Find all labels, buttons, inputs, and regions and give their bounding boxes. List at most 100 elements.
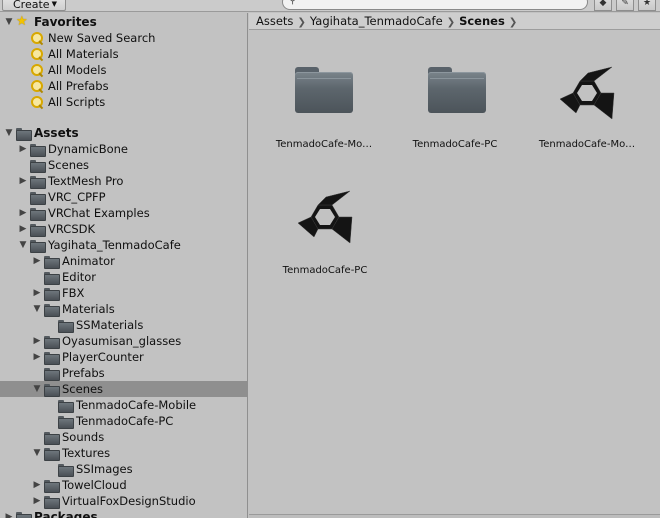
tree-item[interactable]: Sounds	[0, 429, 247, 445]
tree-item[interactable]: TenmadoCafe-Mobile	[0, 397, 247, 413]
collapsed-arrow-icon[interactable]: ▶	[32, 493, 42, 509]
favorites-header[interactable]: ▼ ★ Favorites	[0, 14, 247, 30]
tree-item[interactable]: ▼ Yagihata_TenmadoCafe	[0, 237, 247, 253]
asset-scene[interactable]: TenmadoCafe-Mo…	[532, 57, 642, 167]
asset-folder[interactable]: TenmadoCafe-PC	[400, 57, 510, 167]
filter-by-label-icon[interactable]: ✎	[616, 0, 634, 11]
folder-icon	[44, 384, 60, 397]
tree-item[interactable]: ▶ PlayerCounter	[0, 349, 247, 365]
asset-scene[interactable]: TenmadoCafe-PC	[270, 181, 380, 291]
breadcrumb: Assets ❯ Yagihata_TenmadoCafe ❯ Scenes ❯	[249, 13, 660, 30]
folder-icon	[44, 256, 60, 269]
collapsed-arrow-icon[interactable]: ▶	[32, 349, 42, 365]
folder-icon	[44, 288, 60, 301]
search-field[interactable]: ⚲	[282, 0, 588, 10]
breadcrumb-item[interactable]: Yagihata_TenmadoCafe	[310, 14, 443, 28]
tree-item-selected[interactable]: ▼ Scenes	[0, 381, 247, 397]
expand-arrow-icon[interactable]: ▼	[4, 125, 14, 141]
create-button[interactable]: Create ▼	[2, 0, 66, 11]
unity-scene-icon	[559, 66, 615, 120]
tree-item[interactable]: Prefabs	[0, 365, 247, 381]
tree-item[interactable]: ▶ Oyasumisan_glasses	[0, 333, 247, 349]
collapsed-arrow-icon[interactable]: ▶	[18, 141, 28, 157]
folder-icon	[30, 240, 46, 253]
dropdown-caret-icon: ▼	[51, 0, 57, 8]
saved-search-icon	[30, 47, 44, 61]
chevron-right-icon: ❯	[446, 17, 456, 28]
tree-item[interactable]: TenmadoCafe-PC	[0, 413, 247, 429]
expand-arrow-icon[interactable]: ▼	[32, 381, 42, 397]
assets-header[interactable]: ▼ Assets	[0, 125, 247, 141]
expand-arrow-icon[interactable]: ▼	[18, 237, 28, 253]
tree-item[interactable]: VRC_CPFP	[0, 189, 247, 205]
tree-item[interactable]: ▶ VRChat Examples	[0, 205, 247, 221]
collapsed-arrow-icon[interactable]: ▶	[32, 285, 42, 301]
saved-search-icon	[30, 63, 44, 77]
folder-icon	[30, 160, 46, 173]
unity-scene-icon	[297, 190, 353, 244]
folder-icon	[30, 176, 46, 189]
asset-grid: TenmadoCafe-Mo… TenmadoCafe-PC TenmadoCa…	[249, 31, 660, 518]
tree-item[interactable]: ▶ TowelCloud	[0, 477, 247, 493]
folder-icon	[30, 192, 46, 205]
expand-arrow-icon[interactable]: ▼	[32, 301, 42, 317]
packages-header[interactable]: ▶ Packages	[0, 509, 247, 518]
saved-search-icon	[30, 31, 44, 45]
tree-item[interactable]: ▶ FBX	[0, 285, 247, 301]
filter-by-type-icon[interactable]: ◆	[594, 0, 612, 11]
chevron-right-icon: ❯	[508, 17, 518, 28]
breadcrumb-item-current[interactable]: Scenes	[459, 14, 505, 28]
folder-icon	[44, 432, 60, 445]
expand-arrow-icon[interactable]: ▼	[4, 14, 14, 30]
tree-item[interactable]: SSMaterials	[0, 317, 247, 333]
folder-icon	[44, 304, 60, 317]
search-input[interactable]	[301, 0, 581, 9]
saved-search-icon	[30, 79, 44, 93]
tree-item[interactable]: ▶ DynamicBone	[0, 141, 247, 157]
folder-icon	[428, 67, 486, 113]
collapsed-arrow-icon[interactable]: ▶	[32, 477, 42, 493]
chevron-right-icon: ❯	[297, 17, 306, 28]
favorite-item[interactable]: All Models	[0, 62, 247, 78]
tree-item[interactable]: ▶ TextMesh Pro	[0, 173, 247, 189]
folder-icon	[44, 272, 60, 285]
expand-arrow-icon[interactable]: ▼	[32, 445, 42, 461]
favorites-star-icon: ★	[16, 14, 28, 29]
favorite-item[interactable]: New Saved Search	[0, 30, 247, 46]
collapsed-arrow-icon[interactable]: ▶	[18, 173, 28, 189]
folder-icon	[44, 352, 60, 365]
tree-item[interactable]: Scenes	[0, 157, 247, 173]
folder-icon	[44, 480, 60, 493]
tree-item[interactable]: ▶ Animator	[0, 253, 247, 269]
favorite-item[interactable]: All Scripts	[0, 94, 247, 110]
folder-icon	[30, 144, 46, 157]
tree-item[interactable]: ▼ Materials	[0, 301, 247, 317]
tree-item[interactable]: ▶ VirtualFoxDesignStudio	[0, 493, 247, 509]
project-folder-tree: ▼ ★ Favorites New Saved Search All Mater…	[0, 13, 248, 518]
star-icon[interactable]: ★	[638, 0, 656, 11]
folder-icon	[58, 464, 74, 477]
collapsed-arrow-icon[interactable]: ▶	[32, 333, 42, 349]
tree-item[interactable]: SSImages	[0, 461, 247, 477]
collapsed-arrow-icon[interactable]: ▶	[18, 205, 28, 221]
folder-icon	[58, 400, 74, 413]
tree-item[interactable]: ▼ Textures	[0, 445, 247, 461]
folder-icon	[16, 128, 32, 141]
breadcrumb-item[interactable]: Assets	[256, 14, 293, 28]
folder-icon	[295, 67, 353, 113]
saved-search-icon	[30, 95, 44, 109]
favorite-item[interactable]: All Prefabs	[0, 78, 247, 94]
folder-icon	[44, 336, 60, 349]
folder-icon	[44, 496, 60, 509]
asset-folder[interactable]: TenmadoCafe-Mo…	[269, 57, 379, 167]
folder-icon	[44, 448, 60, 461]
folder-icon	[30, 224, 46, 237]
collapsed-arrow-icon[interactable]: ▶	[18, 221, 28, 237]
folder-icon	[16, 512, 32, 518]
collapsed-arrow-icon[interactable]: ▶	[32, 253, 42, 269]
tree-item[interactable]: ▶ VRCSDK	[0, 221, 247, 237]
favorite-item[interactable]: All Materials	[0, 46, 247, 62]
collapsed-arrow-icon[interactable]: ▶	[4, 509, 14, 518]
tree-item[interactable]: Editor	[0, 269, 247, 285]
project-toolbar: Create ▼ ⚲ ◆ ✎ ★	[0, 0, 660, 12]
